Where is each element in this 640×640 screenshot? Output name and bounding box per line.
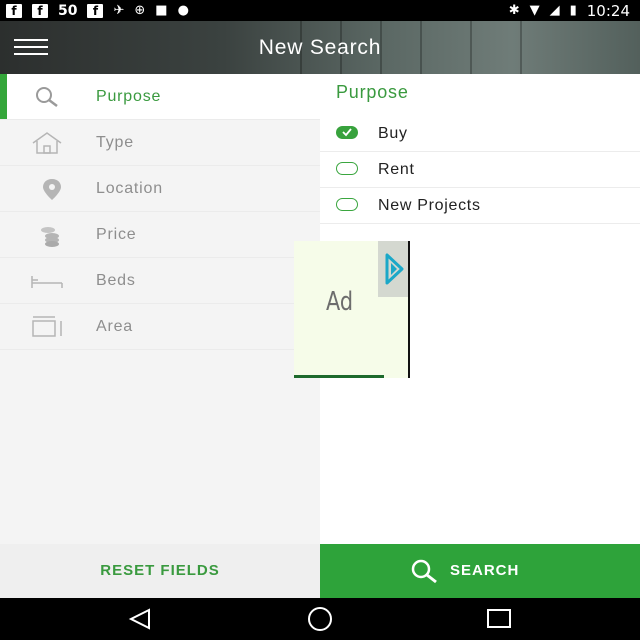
no-signal-icon: ◢	[549, 3, 560, 18]
sidebar-item-label: Purpose	[96, 88, 162, 105]
status-bar: f f 50 f ✈ ⊕ ■ ● ✱ ▼ ◢ ▮ 10:24	[0, 0, 640, 21]
option-label: New Projects	[378, 197, 481, 214]
sync-icon: ⊕	[134, 3, 146, 18]
ad-label: Ad	[326, 287, 354, 317]
option-new-projects[interactable]: New Projects	[320, 188, 640, 224]
sidebar-item-label: Price	[96, 226, 137, 243]
app-bar: New Search	[0, 21, 640, 74]
option-label: Buy	[378, 125, 408, 142]
ad-choices-icon[interactable]	[378, 241, 408, 297]
home-icon	[32, 132, 62, 154]
status-time: 10:24	[586, 1, 630, 20]
lock-icon: ■	[155, 3, 168, 18]
search-button-label: SEARCH	[450, 562, 520, 579]
facebook-icon: f	[6, 3, 22, 18]
home-circle-icon[interactable]	[300, 606, 340, 632]
status-temp-label: 50	[58, 2, 78, 19]
ad-banner[interactable]: Ad	[294, 241, 410, 378]
option-buy[interactable]: Buy	[320, 116, 640, 152]
satellite-icon: ✈	[113, 3, 125, 18]
area-icon	[32, 316, 62, 337]
battery-charging-icon: ▮	[569, 3, 577, 18]
option-rent[interactable]: Rent	[320, 152, 640, 188]
search-icon	[411, 559, 437, 584]
android-icon: ●	[177, 3, 189, 18]
sidebar-item-beds[interactable]: Beds	[0, 258, 320, 304]
back-icon[interactable]	[122, 606, 162, 632]
radio-unchecked-icon[interactable]	[336, 162, 358, 175]
sidebar-item-price[interactable]: Price	[0, 212, 320, 258]
sidebar-item-label: Beds	[96, 272, 136, 289]
sidebar-item-label: Location	[96, 180, 163, 197]
location-pin-icon	[43, 179, 61, 200]
search-icon	[36, 87, 58, 107]
sidebar: Purpose Type Location Price Beds Area	[0, 74, 320, 544]
sidebar-item-area[interactable]: Area	[0, 304, 320, 350]
wifi-icon: ▼	[529, 3, 540, 18]
page-title: New Search	[258, 36, 382, 59]
sidebar-item-location[interactable]: Location	[0, 166, 320, 212]
bed-icon	[31, 276, 63, 288]
hamburger-menu-icon[interactable]	[14, 39, 50, 59]
facebook-icon: f	[32, 3, 48, 18]
sidebar-item-label: Area	[96, 318, 133, 335]
radio-unchecked-icon[interactable]	[336, 198, 358, 211]
panel-title: Purpose	[336, 82, 409, 102]
navigation-bar	[0, 598, 640, 640]
sidebar-item-label: Type	[96, 134, 134, 151]
facebook-icon: f	[87, 3, 104, 18]
reset-fields-button[interactable]: RESET FIELDS	[0, 544, 320, 598]
search-button[interactable]: SEARCH	[320, 544, 640, 598]
option-label: Rent	[378, 161, 415, 178]
sidebar-item-purpose[interactable]: Purpose	[0, 74, 320, 120]
radio-checked-icon[interactable]	[336, 126, 358, 139]
coins-icon	[41, 227, 59, 247]
sidebar-item-type[interactable]: Type	[0, 120, 320, 166]
recents-icon[interactable]	[480, 606, 520, 632]
bluetooth-icon: ✱	[508, 3, 520, 18]
